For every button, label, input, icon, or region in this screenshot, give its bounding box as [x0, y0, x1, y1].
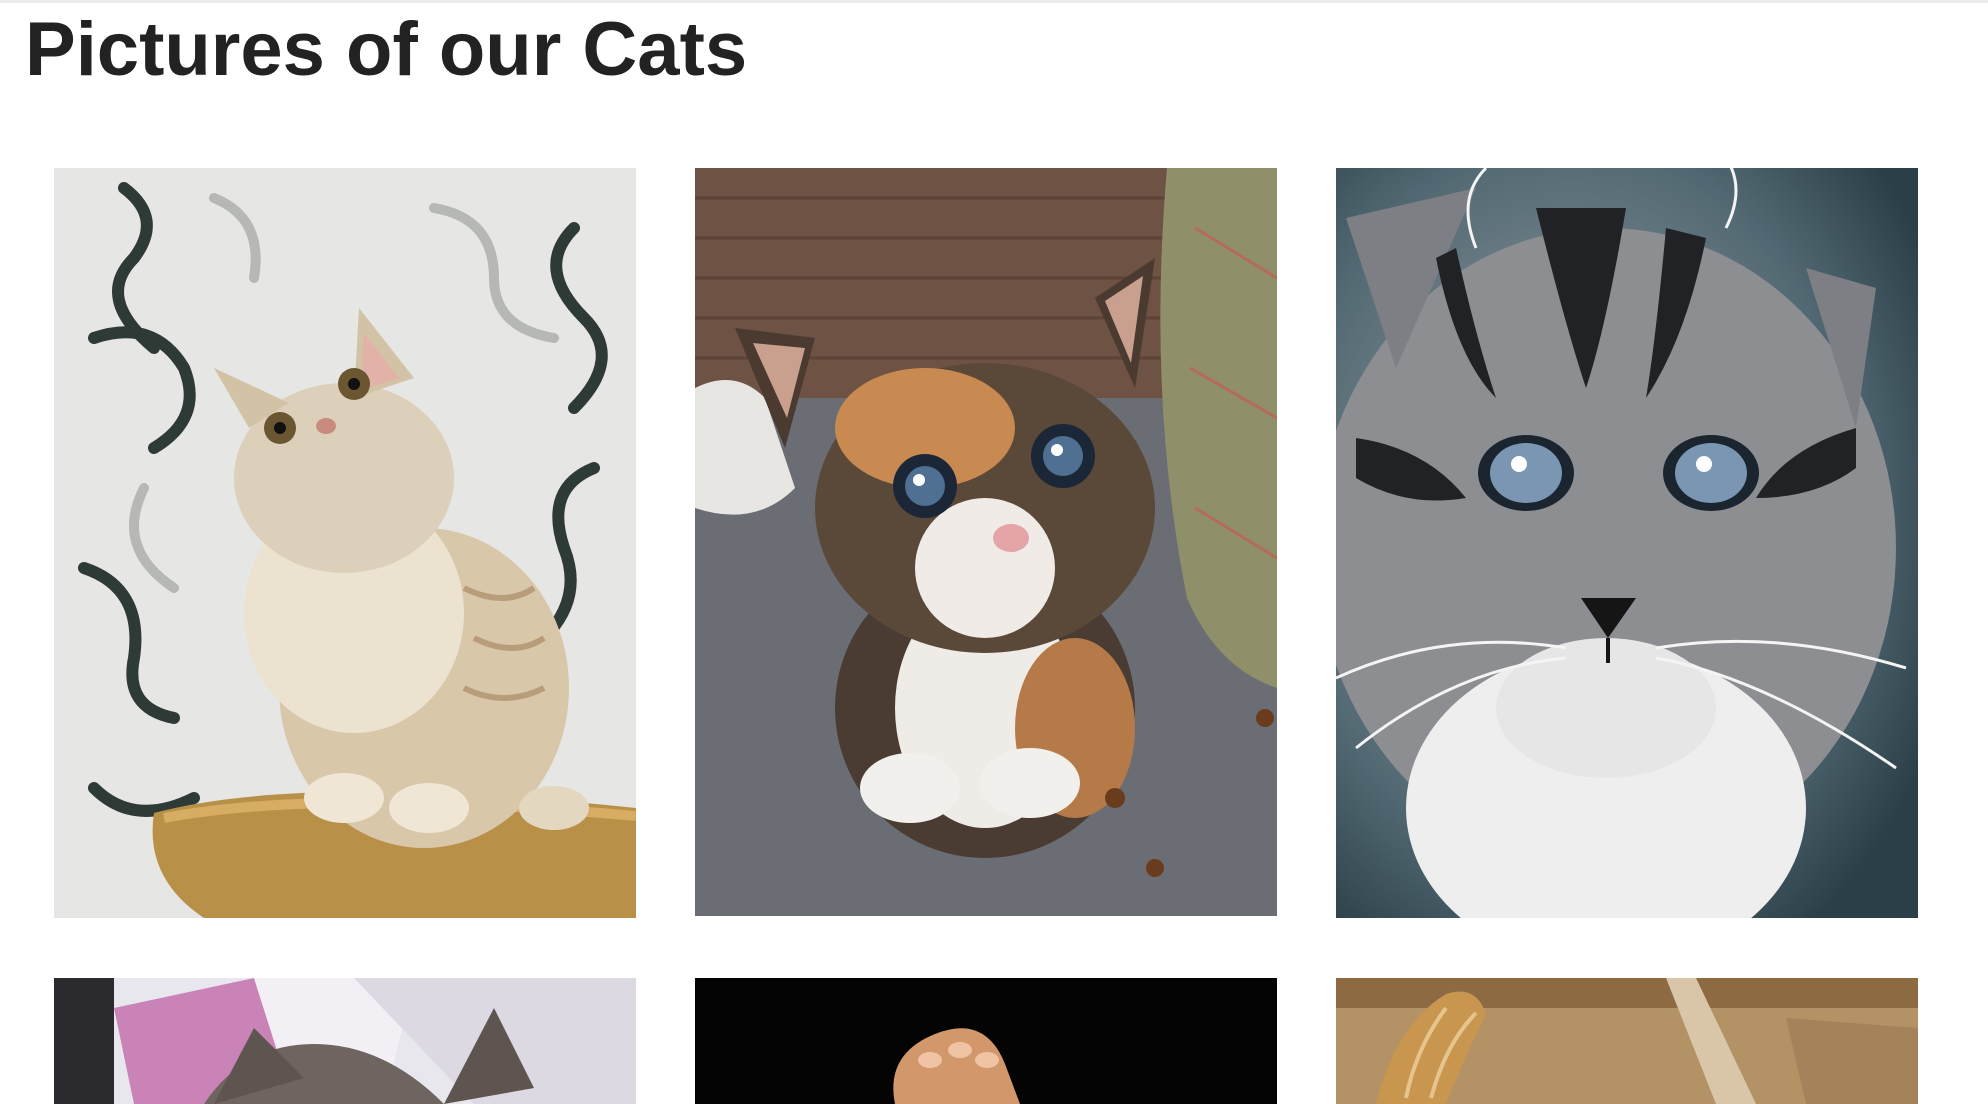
cat-photo-4-image [54, 978, 636, 1104]
cat-photo-2[interactable] [695, 168, 1277, 916]
cat-photo-3[interactable] [1336, 168, 1918, 918]
cat-photo-1-image [54, 168, 636, 918]
cat-photo-1[interactable] [54, 168, 636, 918]
photo-gallery [0, 0, 1988, 1104]
cat-photo-5-image [695, 978, 1277, 1104]
cat-photo-6-image [1336, 978, 1918, 1104]
cat-photo-6[interactable] [1336, 978, 1918, 1104]
cat-photo-3-image [1336, 168, 1918, 918]
cat-photo-5[interactable] [695, 978, 1277, 1104]
cat-photo-2-image [695, 168, 1277, 916]
cat-photo-4[interactable] [54, 978, 636, 1104]
